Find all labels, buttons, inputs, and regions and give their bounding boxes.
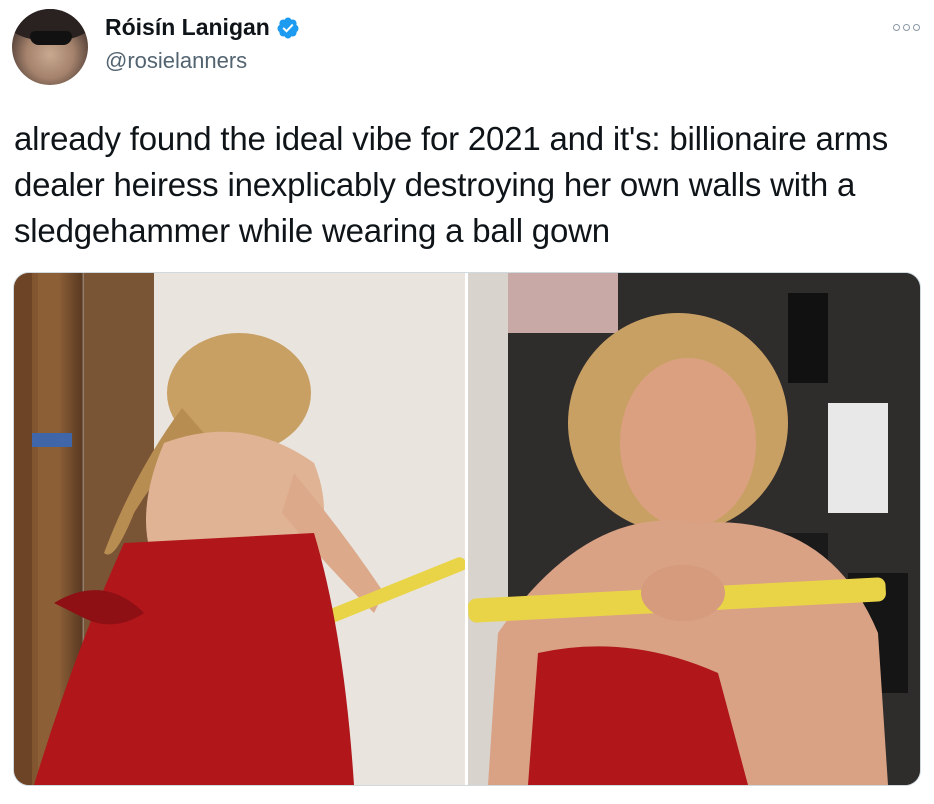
tweet-card: Róisín Lanigan @rosielanners already fou… (0, 0, 934, 804)
more-dot (903, 24, 910, 31)
tweet-photo-1[interactable] (14, 273, 465, 785)
more-options-icon[interactable] (893, 24, 920, 31)
author-name-row: Róisín Lanigan (105, 14, 300, 41)
avatar[interactable] (12, 9, 88, 85)
more-dot (893, 24, 900, 31)
tweet-photo-2[interactable] (468, 273, 920, 785)
author-handle[interactable]: @rosielanners (105, 48, 247, 74)
more-dot (913, 24, 920, 31)
photo-woman-red-dress-hammering-wall (14, 273, 465, 785)
photo-woman-red-dress-holding-hammer (468, 273, 920, 785)
tweet-text: already found the ideal vibe for 2021 an… (14, 120, 889, 249)
avatar-sunglasses (30, 31, 72, 45)
tweet-media-grid (13, 272, 921, 786)
verified-badge-icon (277, 17, 299, 38)
author-display-name[interactable]: Róisín Lanigan (105, 14, 270, 41)
